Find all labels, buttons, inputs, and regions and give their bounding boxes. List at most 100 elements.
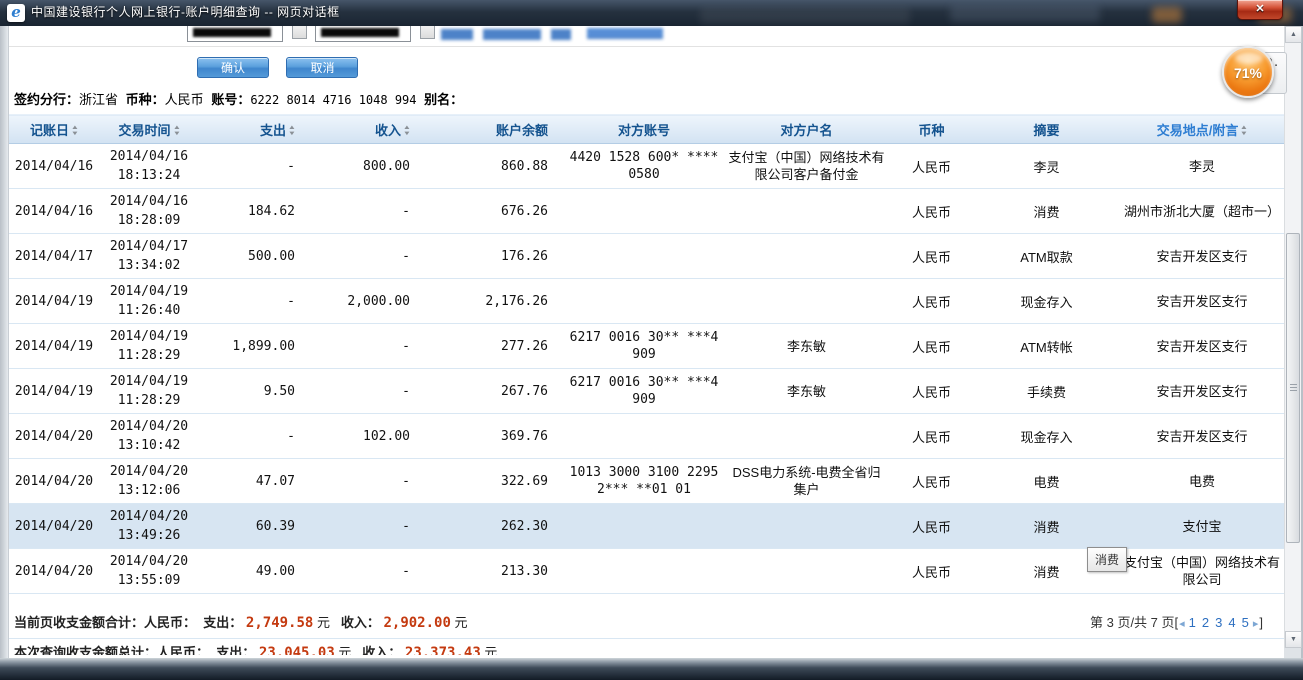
- cell-balance: 676.26: [424, 189, 564, 234]
- column-header-label: 摘要: [1033, 123, 1059, 138]
- cell-summary: 电费: [974, 459, 1119, 504]
- tooltip: 消费: [1087, 547, 1127, 572]
- cell-party-account: 4420 1528 600* **** 0580: [564, 144, 724, 189]
- table-row: 2014/04/202014/04/2013:12:0647.07-322.69…: [9, 459, 1284, 504]
- prev-page-icon[interactable]: ◂: [1179, 618, 1185, 630]
- cell-balance: 213.30: [424, 549, 564, 594]
- txn-date: 2014/04/20: [99, 507, 199, 526]
- currency-value: 人民币: [165, 92, 204, 107]
- sort-down-icon: ▼: [1240, 131, 1248, 137]
- column-header-2[interactable]: 支出▲▼: [199, 115, 309, 144]
- pagination: 第 3 页/共 7 页[◂12345▸]: [1090, 606, 1263, 641]
- cell-location: 安吉开发区支行: [1119, 414, 1284, 459]
- table-body: 2014/04/162014/04/1618:13:24-800.00860.8…: [9, 144, 1284, 594]
- page-summary-row: 当前页收支金额合计：人民币： 支出： 2,749.58 元 收入： 2,902.…: [9, 606, 1284, 639]
- scroll-down-icon[interactable]: ▼: [1285, 631, 1302, 648]
- cell-currency: 人民币: [889, 504, 974, 549]
- page-link-1[interactable]: 1: [1189, 615, 1196, 630]
- page-link-2[interactable]: 2: [1202, 615, 1209, 630]
- cell-party-name: 李东敏: [724, 369, 889, 414]
- ie-browser-icon: e: [7, 4, 25, 22]
- page-info: 第 3 页/共 7 页: [1090, 615, 1175, 630]
- cell-out: -: [199, 144, 309, 189]
- sort-icon: ▲▼: [1241, 125, 1247, 137]
- cell-party-name: [724, 549, 889, 594]
- txn-time: 13:12:06: [99, 481, 199, 500]
- cell-txn-time: 2014/04/1618:28:09: [99, 189, 199, 234]
- table-row: 2014/04/192014/04/1911:28:291,899.00-277…: [9, 324, 1284, 369]
- cell-txn-time: 2014/04/1911:28:29: [99, 324, 199, 369]
- sort-icon: ▲▼: [404, 125, 410, 137]
- calendar-picker-icon[interactable]: [420, 26, 435, 39]
- column-header-1[interactable]: 交易时间▲▼: [99, 115, 199, 144]
- cell-in: -: [309, 459, 424, 504]
- censored-value: [321, 28, 399, 37]
- cell-party-account: [564, 549, 724, 594]
- txn-date: 2014/04/17: [99, 237, 199, 256]
- txn-date: 2014/04/20: [99, 417, 199, 436]
- account-label: 账号：: [211, 92, 250, 107]
- column-header-0[interactable]: 记账日▲▼: [9, 115, 99, 144]
- grand-out-value: 23,045.03: [259, 645, 335, 655]
- column-header-4: 账户余额: [424, 115, 564, 144]
- sort-down-icon: ▼: [71, 131, 79, 137]
- page-total-label: 当前页收支金额合计：: [14, 615, 144, 630]
- quick-range-link[interactable]: [441, 29, 473, 40]
- sort-icon: ▲▼: [72, 125, 78, 137]
- grand-total-label: 本次查询收支金额总计：: [14, 645, 157, 655]
- sort-down-icon: ▼: [172, 131, 180, 137]
- date-to-input[interactable]: [315, 26, 411, 42]
- titlebar-glass-blur: [1152, 7, 1182, 23]
- next-page-icon[interactable]: ▸: [1253, 618, 1259, 630]
- quick-range-link[interactable]: [483, 29, 541, 40]
- txn-time: 13:49:26: [99, 526, 199, 545]
- cell-party-account: 6217 0016 30** ***4 909: [564, 369, 724, 414]
- column-header-9[interactable]: 交易地点/附言▲▼: [1119, 115, 1284, 144]
- cell-post-date: 2014/04/19: [9, 279, 99, 324]
- vertical-scrollbar[interactable]: ▲ ▼: [1284, 26, 1301, 648]
- query-form-strip: [9, 26, 1284, 45]
- txn-date: 2014/04/16: [99, 192, 199, 211]
- cancel-button[interactable]: 取消: [286, 57, 358, 78]
- cell-currency: 人民币: [889, 459, 974, 504]
- cell-balance: 2,176.26: [424, 279, 564, 324]
- cell-out: 500.00: [199, 234, 309, 279]
- titlebar-glass-blur: [700, 8, 910, 24]
- column-header-3[interactable]: 收入▲▼: [309, 115, 424, 144]
- grand-total-currency: 人民币：: [157, 645, 209, 655]
- txn-date: 2014/04/19: [99, 372, 199, 391]
- scrollbar-thumb[interactable]: [1286, 233, 1300, 543]
- more-detail-query-link[interactable]: [587, 28, 663, 39]
- quick-range-link[interactable]: [551, 29, 571, 40]
- cell-location: 李灵: [1119, 144, 1284, 189]
- cell-txn-time: 2014/04/2013:49:26: [99, 504, 199, 549]
- calendar-picker-icon[interactable]: [292, 26, 307, 39]
- cell-post-date: 2014/04/20: [9, 549, 99, 594]
- out-unit: 元: [338, 645, 351, 655]
- confirm-button[interactable]: 确认: [197, 57, 269, 78]
- cell-txn-time: 2014/04/2013:55:09: [99, 549, 199, 594]
- button-row: 确认 取消: [9, 57, 371, 78]
- column-header-8: 摘要: [974, 115, 1119, 144]
- txn-date: 2014/04/16: [99, 147, 199, 166]
- page-link-4[interactable]: 4: [1228, 615, 1235, 630]
- cell-balance: 277.26: [424, 324, 564, 369]
- close-button[interactable]: ✕: [1237, 0, 1283, 20]
- date-from-input[interactable]: [187, 26, 283, 42]
- cell-post-date: 2014/04/20: [9, 414, 99, 459]
- branch-value: 浙江省: [79, 92, 118, 107]
- page-link-3[interactable]: 3: [1215, 615, 1222, 630]
- cell-summary: 手续费: [974, 369, 1119, 414]
- cell-post-date: 2014/04/20: [9, 504, 99, 549]
- cell-in: -: [309, 189, 424, 234]
- cell-party-name: DSS电力系统-电费全省归集户: [724, 459, 889, 504]
- table-row: 2014/04/192014/04/1911:28:299.50-267.766…: [9, 369, 1284, 414]
- cell-location: 支付宝（中国）网络技术有限公司: [1119, 549, 1284, 594]
- page-link-5[interactable]: 5: [1242, 615, 1249, 630]
- cell-party-account: [564, 279, 724, 324]
- cell-txn-time: 2014/04/2013:10:42: [99, 414, 199, 459]
- memory-accelerator-ball[interactable]: 71%: [1222, 46, 1274, 98]
- scroll-up-icon[interactable]: ▲: [1285, 26, 1302, 43]
- cell-post-date: 2014/04/17: [9, 234, 99, 279]
- cell-currency: 人民币: [889, 279, 974, 324]
